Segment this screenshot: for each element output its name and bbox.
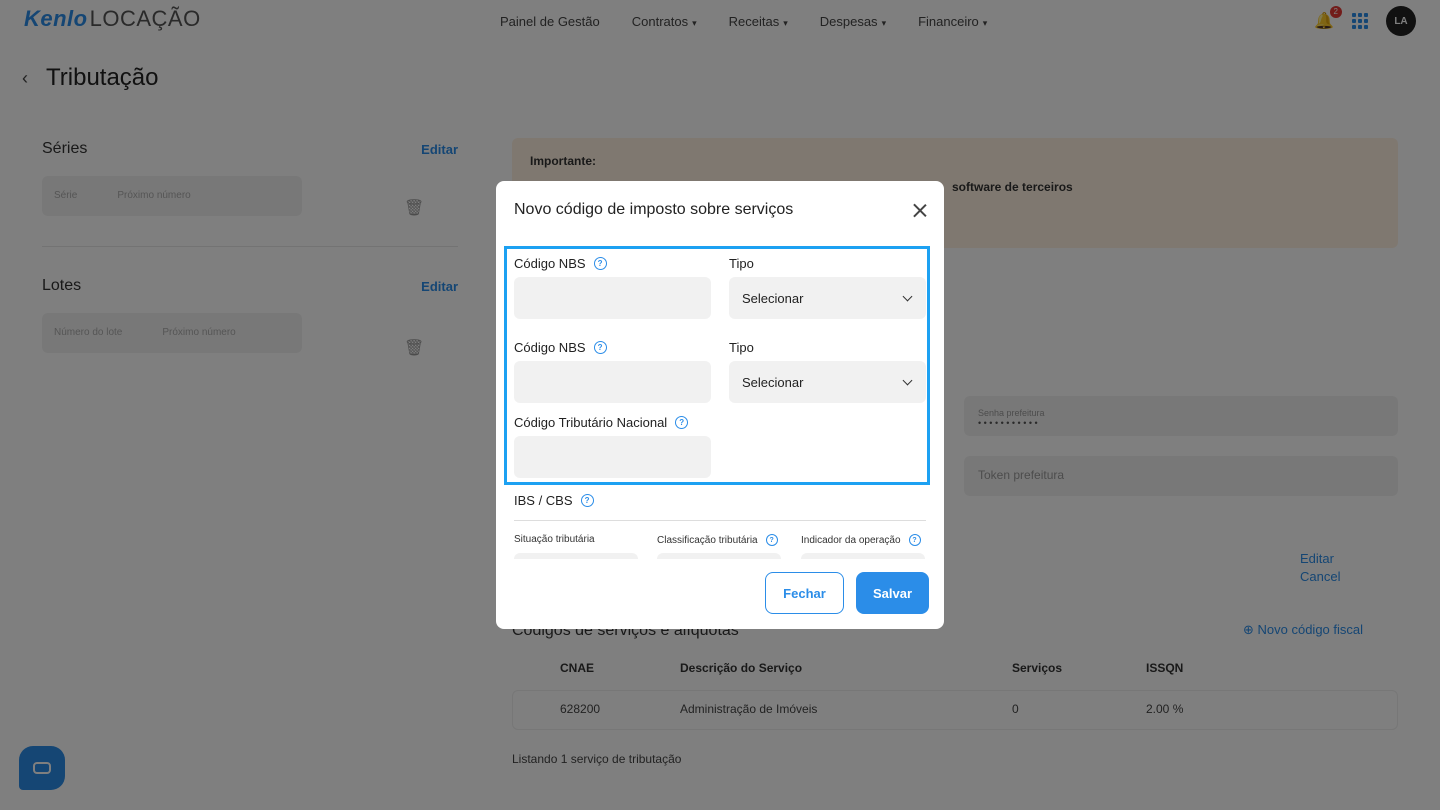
tipo-select-1[interactable]: Selecionar <box>729 277 926 319</box>
ibs-cbs-label: IBS / CBS ? <box>514 493 594 508</box>
divider <box>514 520 926 521</box>
help-icon[interactable]: ? <box>593 341 607 354</box>
tipo-label-2: Tipo <box>729 340 754 355</box>
help-icon[interactable]: ? <box>675 416 689 429</box>
close-button[interactable]: Fechar <box>765 572 844 614</box>
classificacao-label: Classificação tributária ? <box>657 534 778 546</box>
indicador-label: Indicador da operação ? <box>801 534 921 546</box>
modal-title: Novo código de imposto sobre serviços <box>514 201 794 218</box>
nbs-label-1: Código NBS ? <box>514 256 607 271</box>
chevron-down-icon <box>902 291 913 301</box>
situacao-label: Situação tributária <box>514 534 595 545</box>
nbs-input-2[interactable] <box>514 361 711 403</box>
tax-code-modal: Novo código de imposto sobre serviços Có… <box>496 181 944 629</box>
indicador-select[interactable] <box>801 553 925 559</box>
chevron-down-icon <box>902 375 913 385</box>
ctn-label: Código Tributário Nacional ? <box>514 415 689 430</box>
close-icon[interactable] <box>910 201 930 221</box>
classificacao-select[interactable] <box>657 553 781 559</box>
tipo-select-2[interactable]: Selecionar <box>729 361 926 403</box>
help-icon[interactable]: ? <box>593 257 607 270</box>
ctn-input[interactable] <box>514 436 711 478</box>
save-button[interactable]: Salvar <box>856 572 929 614</box>
help-icon[interactable]: ? <box>908 534 921 546</box>
help-icon[interactable]: ? <box>765 534 778 546</box>
help-icon[interactable]: ? <box>580 494 594 507</box>
tipo-label-1: Tipo <box>729 256 754 271</box>
nbs-label-2: Código NBS ? <box>514 340 607 355</box>
situacao-select[interactable] <box>514 553 638 559</box>
nbs-input-1[interactable] <box>514 277 711 319</box>
